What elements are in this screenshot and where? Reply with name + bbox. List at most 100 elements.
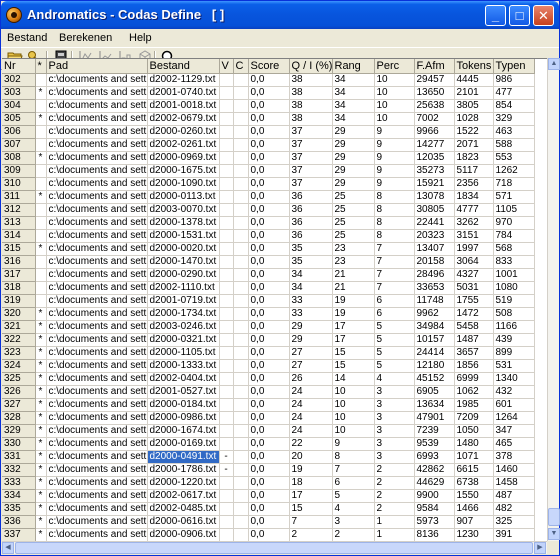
- cell-fafm[interactable]: 9900: [414, 489, 455, 503]
- cell-flag[interactable]: *: [35, 489, 47, 503]
- table-row[interactable]: 336*c:\documents and settings\d2000-0616…: [2, 515, 535, 529]
- cell-bestand[interactable]: d2000-0260.txt: [147, 125, 220, 139]
- cell-tokens[interactable]: 1050: [454, 424, 494, 438]
- cell-flag[interactable]: *: [35, 437, 47, 451]
- table-row[interactable]: 328*c:\documents and settings\d2000-0986…: [2, 411, 535, 425]
- cell-rang[interactable]: 25: [332, 190, 375, 204]
- cell-fafm[interactable]: 6905: [414, 385, 455, 399]
- cell-flag[interactable]: *: [35, 346, 47, 360]
- cell-flag[interactable]: [35, 138, 47, 152]
- cell-c[interactable]: [233, 242, 249, 256]
- cell-nr[interactable]: 333: [2, 476, 36, 490]
- table-row[interactable]: 316 c:\documents and settings\d2000-1470.…: [2, 255, 535, 269]
- column-header-rang[interactable]: Rang: [332, 59, 375, 74]
- cell-nr[interactable]: 302: [2, 73, 36, 87]
- cell-perc[interactable]: 5: [374, 359, 415, 373]
- cell-typen[interactable]: 784: [493, 229, 535, 243]
- cell-bestand[interactable]: d2000-1378.txt: [147, 216, 220, 230]
- table-row[interactable]: 327*c:\documents and settings\d2000-0184…: [2, 398, 535, 412]
- cell-nr[interactable]: 317: [2, 268, 36, 282]
- cell-score[interactable]: 0,0: [248, 125, 290, 139]
- cell-nr[interactable]: 313: [2, 216, 36, 230]
- cell-typen[interactable]: 1340: [493, 372, 535, 386]
- cell-bestand[interactable]: d2001-0719.txt: [147, 294, 220, 308]
- cell-c[interactable]: [233, 99, 249, 113]
- cell-pad[interactable]: c:\documents and settings\: [46, 112, 148, 126]
- cell-nr[interactable]: 315: [2, 242, 36, 256]
- cell-typen[interactable]: 553: [493, 151, 535, 165]
- cell-v[interactable]: [219, 411, 234, 425]
- cell-nr[interactable]: 303: [2, 86, 36, 100]
- cell-fafm[interactable]: 22441: [414, 216, 455, 230]
- cell-nr[interactable]: 312: [2, 203, 36, 217]
- column-header-pad[interactable]: Pad: [46, 59, 148, 74]
- cell-score[interactable]: 0,0: [248, 346, 290, 360]
- cell-typen[interactable]: 531: [493, 359, 535, 373]
- cell-perc[interactable]: 7: [374, 255, 415, 269]
- cell-c[interactable]: [233, 229, 249, 243]
- cell-typen[interactable]: 1264: [493, 411, 535, 425]
- cell-bestand[interactable]: d2000-0020.txt: [147, 242, 220, 256]
- cell-score[interactable]: 0,0: [248, 190, 290, 204]
- cell-c[interactable]: [233, 424, 249, 438]
- cell-pad[interactable]: c:\documents and settings\: [46, 73, 148, 87]
- cell-c[interactable]: [233, 515, 249, 529]
- cell-perc[interactable]: 7: [374, 242, 415, 256]
- cell-c[interactable]: [233, 151, 249, 165]
- cell-rang[interactable]: 25: [332, 216, 375, 230]
- cell-perc[interactable]: 2: [374, 476, 415, 490]
- cell-tokens[interactable]: 1985: [454, 398, 494, 412]
- cell-flag[interactable]: [35, 281, 47, 295]
- table-row[interactable]: 335*c:\documents and settings\d2002-0485…: [2, 502, 535, 516]
- cell-fafm[interactable]: 47901: [414, 411, 455, 425]
- cell-nr[interactable]: 310: [2, 177, 36, 191]
- cell-v[interactable]: [219, 476, 234, 490]
- cell-rang[interactable]: 10: [332, 424, 375, 438]
- cell-flag[interactable]: *: [35, 476, 47, 490]
- cell-typen[interactable]: 432: [493, 385, 535, 399]
- cell-perc[interactable]: 10: [374, 99, 415, 113]
- cell-pad[interactable]: c:\documents and settings\: [46, 398, 148, 412]
- cell-nr[interactable]: 336: [2, 515, 36, 529]
- cell-v[interactable]: [219, 359, 234, 373]
- cell-rang[interactable]: 8: [332, 450, 375, 464]
- cell-nr[interactable]: 306: [2, 125, 36, 139]
- cell-flag[interactable]: *: [35, 359, 47, 373]
- cell-perc[interactable]: 2: [374, 489, 415, 503]
- cell-tokens[interactable]: 5117: [454, 164, 494, 178]
- cell-bestand[interactable]: d2000-0290.txt: [147, 268, 220, 282]
- cell-perc[interactable]: 8: [374, 203, 415, 217]
- cell-typen[interactable]: 487: [493, 489, 535, 503]
- cell-bestand[interactable]: d2001-0527.txt: [147, 385, 220, 399]
- cell-flag[interactable]: *: [35, 385, 47, 399]
- cell-tokens[interactable]: 1522: [454, 125, 494, 139]
- cell-perc[interactable]: 9: [374, 177, 415, 191]
- cell-v[interactable]: [219, 307, 234, 321]
- cell-pad[interactable]: c:\documents and settings\: [46, 502, 148, 516]
- cell-qi[interactable]: 33: [289, 307, 333, 321]
- cell-score[interactable]: 0,0: [248, 528, 290, 541]
- cell-bestand[interactable]: d2000-0113.txt: [147, 190, 220, 204]
- cell-bestand[interactable]: d2000-1333.txt: [147, 359, 220, 373]
- cell-score[interactable]: 0,0: [248, 333, 290, 347]
- cell-pad[interactable]: c:\documents and settings\: [46, 346, 148, 360]
- cell-rang[interactable]: 29: [332, 138, 375, 152]
- cell-rang[interactable]: 17: [332, 320, 375, 334]
- cell-qi[interactable]: 37: [289, 177, 333, 191]
- cell-flag[interactable]: *: [35, 190, 47, 204]
- cell-pad[interactable]: c:\documents and settings\: [46, 125, 148, 139]
- cell-fafm[interactable]: 12035: [414, 151, 455, 165]
- cell-qi[interactable]: 20: [289, 450, 333, 464]
- cell-bestand[interactable]: d2000-1220.txt: [147, 476, 220, 490]
- cell-score[interactable]: 0,0: [248, 229, 290, 243]
- cell-nr[interactable]: 308: [2, 151, 36, 165]
- table-row[interactable]: 311*c:\documents and settings\d2000-0113…: [2, 190, 535, 204]
- table-row[interactable]: 303*c:\documents and settings\d2001-0740…: [2, 86, 535, 100]
- cell-bestand[interactable]: d2000-0321.txt: [147, 333, 220, 347]
- cell-nr[interactable]: 304: [2, 99, 36, 113]
- table-row[interactable]: 329*c:\documents and settings\d2000-1674…: [2, 424, 535, 438]
- cell-tokens[interactable]: 1997: [454, 242, 494, 256]
- table-row[interactable]: 312 c:\documents and settings\d2003-0070.…: [2, 203, 535, 217]
- cell-v[interactable]: [219, 73, 234, 87]
- cell-c[interactable]: [233, 177, 249, 191]
